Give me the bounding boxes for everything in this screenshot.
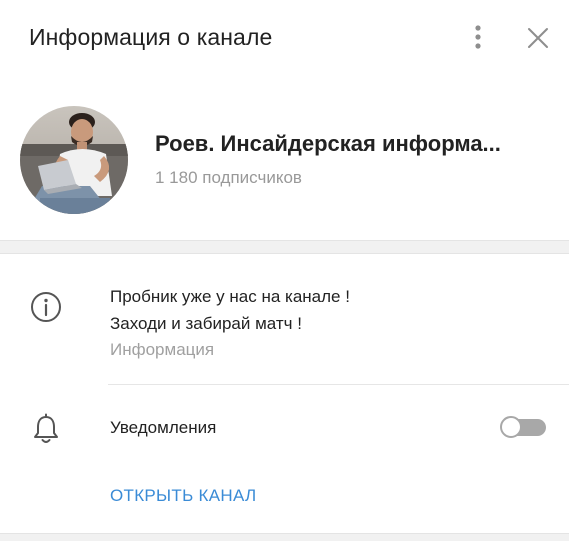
- subscriber-count: 1 180 подписчиков: [155, 168, 302, 187]
- close-icon: [528, 28, 548, 48]
- notifications-row[interactable]: Уведомления: [0, 396, 569, 460]
- description-line: Заходи и забирай матч !: [110, 314, 302, 333]
- more-vertical-icon: [475, 25, 481, 49]
- panel-title: Информация о канале: [29, 24, 273, 50]
- open-channel-button[interactable]: ОТКРЫТЬ КАНАЛ: [110, 486, 256, 506]
- channel-name: Роев. Инсайдерская информа...: [155, 131, 501, 156]
- description-line: Пробник уже у нас на канале !: [110, 287, 350, 306]
- avatar-photo: [20, 106, 128, 214]
- info-icon: [31, 292, 61, 322]
- divider: [108, 384, 569, 385]
- section-separator: [0, 240, 569, 254]
- close-button[interactable]: [524, 24, 552, 52]
- channel-avatar[interactable]: [20, 106, 128, 214]
- toggle-knob: [500, 416, 522, 438]
- info-label: Информация: [110, 340, 215, 359]
- notifications-toggle[interactable]: [500, 416, 546, 438]
- bottom-separator: [0, 533, 569, 541]
- more-options-button[interactable]: [466, 22, 490, 52]
- header: Информация о канале: [0, 0, 569, 78]
- channel-info-panel: Информация о канале Роев. Инсайдерская и…: [0, 0, 569, 541]
- bell-icon: [34, 413, 58, 443]
- notifications-label: Уведомления: [110, 418, 217, 437]
- channel-description: Пробник уже у нас на канале ! Заходи и з…: [110, 283, 350, 337]
